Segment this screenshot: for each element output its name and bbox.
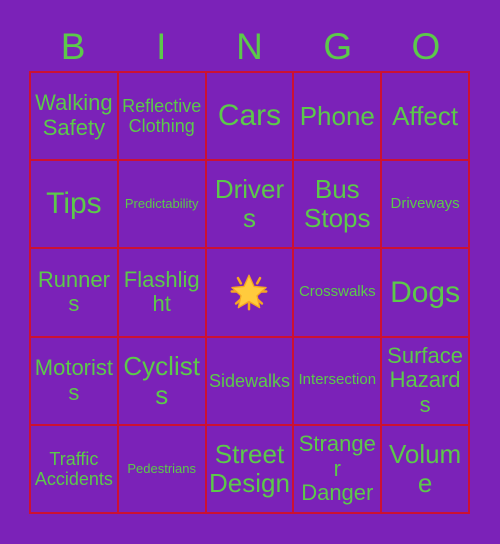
bingo-cell[interactable]: Drivers <box>206 161 295 250</box>
bingo-cell-label: Flashlight <box>123 266 200 317</box>
bingo-header-letter-g: G <box>323 26 353 67</box>
bingo-cell-label: Cars <box>217 99 282 133</box>
bingo-grid: Walking Safety Reflective Clothing Cars Pho… <box>29 71 470 514</box>
bingo-cell-label: Walking Safety <box>35 90 113 141</box>
bingo-cell[interactable]: Volume <box>382 425 470 514</box>
bingo-cell[interactable]: Crosswalks <box>294 249 383 338</box>
bingo-cell[interactable]: Tips <box>31 161 119 250</box>
bingo-cell-label: Reflective Clothing <box>122 95 202 137</box>
bingo-cell[interactable]: Affect <box>382 73 470 162</box>
bingo-cell-label: Surface Hazards <box>387 342 463 417</box>
bingo-cell[interactable]: Bus Stops <box>294 161 383 250</box>
bingo-cell-label: Drivers <box>214 174 285 234</box>
bingo-cell[interactable]: Traffic Accidents <box>31 425 119 514</box>
bingo-header-letter-n: N <box>236 26 263 67</box>
bingo-cell-label: Intersection <box>298 371 377 389</box>
bingo-cell[interactable]: Dogs <box>382 249 470 338</box>
bingo-cell-label: Traffic Accidents <box>34 448 113 489</box>
bingo-header-letter-b: B <box>60 26 86 67</box>
bingo-cell[interactable]: Walking Safety <box>31 73 119 162</box>
bingo-cell-label: Affect <box>392 100 459 131</box>
bingo-cell-label: Pedestrians <box>127 460 197 476</box>
bingo-cell-label: Stranger Danger <box>298 430 376 506</box>
bingo-cell-label: Motorists <box>34 355 114 405</box>
bingo-cell[interactable]: Cyclists <box>118 337 207 426</box>
bingo-cell-label: Street Design <box>209 438 290 498</box>
bingo-cell-label: Volume <box>388 438 462 498</box>
bingo-header-letter-i: I <box>156 26 167 67</box>
bingo-cell[interactable]: Street Design <box>206 425 295 514</box>
bingo-cell[interactable]: Surface Hazards <box>382 337 470 426</box>
bingo-cell-label: Crosswalks <box>298 283 376 301</box>
bingo-cell[interactable]: Driveways <box>382 161 470 250</box>
bingo-header: BINGO <box>29 22 470 71</box>
bingo-free-space-cell[interactable] <box>206 249 295 338</box>
bingo-cell[interactable]: Pedestrians <box>118 425 207 514</box>
bingo-cell-label: Cyclists <box>123 350 200 410</box>
bingo-header-letter-o: O <box>411 26 441 67</box>
bingo-cell[interactable]: Sidewalks <box>206 337 295 426</box>
bingo-cell[interactable]: Phone <box>294 73 383 162</box>
bingo-cell[interactable]: Flashlight <box>118 249 207 338</box>
bingo-cell-label: Driveways <box>390 194 460 212</box>
bingo-cell-label: Tips <box>46 187 102 221</box>
bingo-cell[interactable]: Reflective Clothing <box>118 73 207 162</box>
bingo-cell-label: Runners <box>37 266 110 317</box>
glowing-star-icon <box>226 269 272 315</box>
bingo-cell[interactable]: Runners <box>31 249 119 338</box>
bingo-cell[interactable]: Predictability <box>118 161 207 250</box>
bingo-cell[interactable]: Stranger Danger <box>294 425 383 514</box>
bingo-cell[interactable]: Cars <box>206 73 295 162</box>
bingo-cell-label: Bus Stops <box>304 174 371 234</box>
bingo-cell[interactable]: Intersection <box>294 337 383 426</box>
bingo-cell-label: Dogs <box>390 275 461 309</box>
bingo-cell[interactable]: Motorists <box>31 337 119 426</box>
bingo-cell-label: Sidewalks <box>208 370 291 391</box>
bingo-cell-label: Phone <box>299 100 375 131</box>
bingo-cell-label: Predictability <box>124 196 199 212</box>
bingo-card: B I N G O Walking Safety Reflective Clothing C… <box>0 0 500 544</box>
